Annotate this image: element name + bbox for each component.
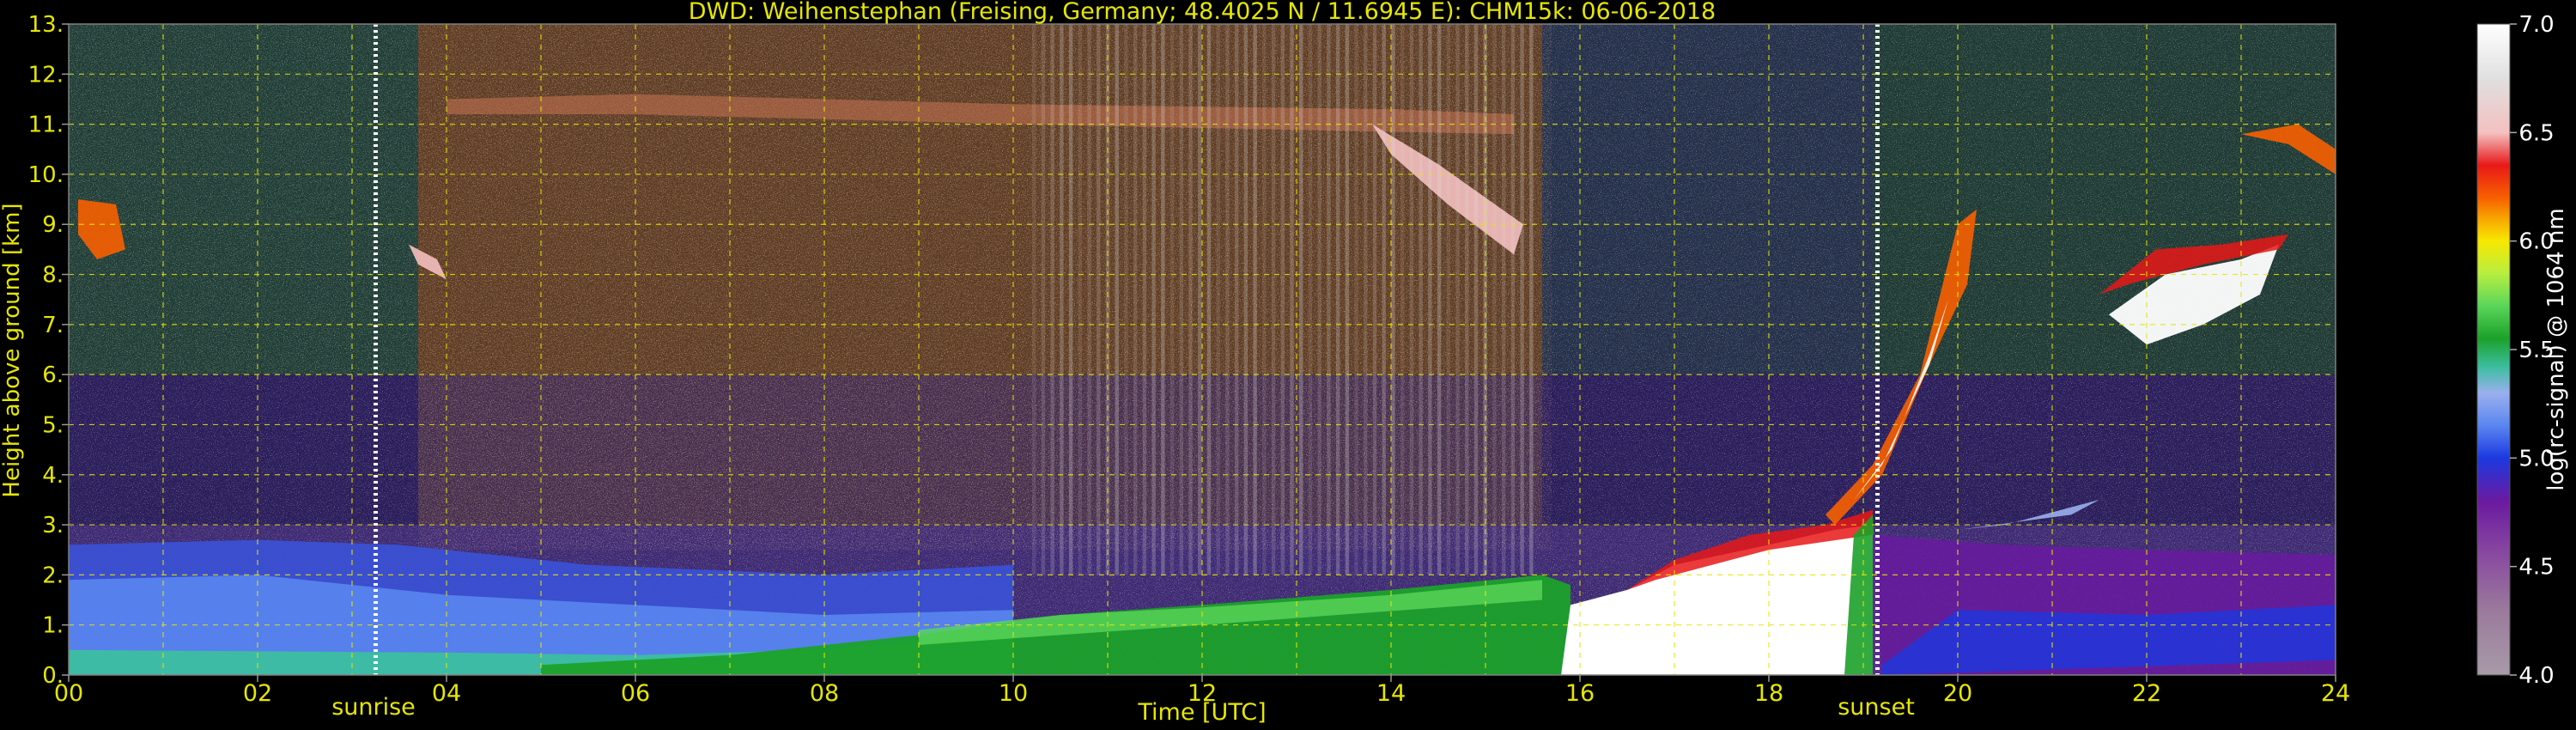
signal-streak [1253, 24, 1257, 575]
signal-streak [1317, 24, 1321, 575]
noise-green [69, 24, 418, 375]
signal-streak [1151, 24, 1156, 575]
signal-streak [1179, 24, 1183, 575]
signal-streak [1060, 24, 1064, 575]
y-tick-label: 1. [42, 613, 64, 639]
x-tick-label: 02 [243, 680, 272, 707]
colorbar-tick-label: 4.5 [2518, 555, 2554, 581]
x-tick-label: 18 [1754, 680, 1783, 707]
y-tick-label: 3. [42, 513, 64, 538]
y-tick-label: 13. [28, 12, 64, 38]
x-axis-label: Time [UTC] [1137, 699, 1266, 726]
y-tick-label: 10. [28, 162, 64, 188]
sunset-label: sunset [1838, 694, 1915, 721]
signal-streak [1216, 24, 1220, 575]
colorbar-tick-label: 4.0 [2518, 663, 2554, 689]
signal-streak [1428, 24, 1432, 575]
signal-streak [1243, 24, 1249, 575]
signal-streak [1050, 24, 1054, 575]
signal-streak [1400, 24, 1405, 575]
signal-streak [1280, 24, 1285, 575]
signal-streak [1133, 24, 1138, 575]
x-tick-label: 06 [621, 680, 650, 707]
x-tick-label: 14 [1376, 680, 1406, 707]
x-tick-label: 10 [999, 680, 1028, 707]
x-tick-label: 22 [2132, 680, 2161, 707]
signal-streak [1465, 24, 1469, 575]
y-axis-label: Height above ground [km] [0, 203, 25, 497]
ceilometer-chart: 00 02 04 06 08 10 12 14 16 18 20 22 240.1.2.3.4.5.6.… [0, 0, 2569, 726]
signal-streak [1419, 24, 1423, 575]
chart-title: DWD: Weihenstephan (Freising, Germany; 4… [689, 0, 1716, 25]
signal-streak [1510, 24, 1516, 575]
y-tick-label: 12. [28, 62, 64, 88]
signal-streak [1234, 24, 1239, 575]
signal-streak [1188, 24, 1193, 575]
signal-streak [1520, 24, 1524, 575]
signal-streak [1529, 24, 1534, 575]
signal-streak [1041, 24, 1046, 575]
signal-streak [1290, 24, 1294, 575]
x-tick-label: 08 [810, 680, 839, 707]
signal-streak [1409, 24, 1414, 575]
colorbar-tick-label: 7.0 [2518, 12, 2554, 38]
signal-streak [1391, 24, 1395, 575]
signal-streak [1354, 24, 1358, 575]
signal-streak [1124, 24, 1128, 575]
x-tick-label: 24 [2321, 680, 2350, 707]
signal-streak [1198, 24, 1202, 575]
signal-streak [1492, 24, 1497, 575]
signal-streak [1068, 24, 1073, 575]
signal-streak [1078, 24, 1083, 575]
y-tick-label: 9. [42, 212, 64, 238]
signal-streak [1262, 24, 1267, 575]
x-tick-label: 16 [1565, 680, 1595, 707]
sunrise-label: sunrise [331, 694, 416, 721]
signal-streak [1345, 24, 1350, 575]
signal-streak [1335, 24, 1340, 575]
y-tick-label: 5. [42, 412, 64, 438]
signal-streak [1115, 24, 1119, 575]
signal-streak [1327, 24, 1331, 575]
signal-streak [1161, 24, 1165, 575]
signal-streak [1437, 24, 1442, 575]
signal-streak [1382, 24, 1386, 575]
y-tick-label: 11. [28, 113, 64, 138]
signal-streak [1271, 24, 1276, 575]
signal-streak [1225, 24, 1230, 575]
signal-streak [1372, 24, 1377, 575]
signal-streak [1308, 24, 1313, 575]
signal-streak [1446, 24, 1451, 575]
signal-streak [1087, 24, 1091, 575]
signal-streak [1097, 24, 1101, 575]
signal-streak [1170, 24, 1175, 575]
colorbar [2476, 23, 2511, 676]
signal-streak [1473, 24, 1479, 575]
y-tick-label: 2. [42, 563, 64, 588]
signal-streak [1032, 24, 1036, 575]
signal-streak [1206, 24, 1212, 575]
signal-streak [1364, 24, 1368, 575]
y-tick-label: 4. [42, 463, 64, 489]
signal-streak [1142, 24, 1147, 575]
y-tick-label: 0. [42, 663, 64, 689]
y-tick-label: 8. [42, 263, 64, 289]
signal-streak [1455, 24, 1460, 575]
signal-streak [1299, 24, 1303, 575]
signal-streak [1501, 24, 1506, 575]
colorbar-tick-label: 6.5 [2518, 120, 2554, 146]
colorbar-label: log(rc-signal) @ 1064 nm [2543, 208, 2569, 490]
y-tick-label: 6. [42, 362, 64, 388]
x-tick-label: 20 [1943, 680, 1972, 707]
x-tick-label: 04 [432, 680, 461, 707]
y-tick-label: 7. [42, 313, 64, 338]
